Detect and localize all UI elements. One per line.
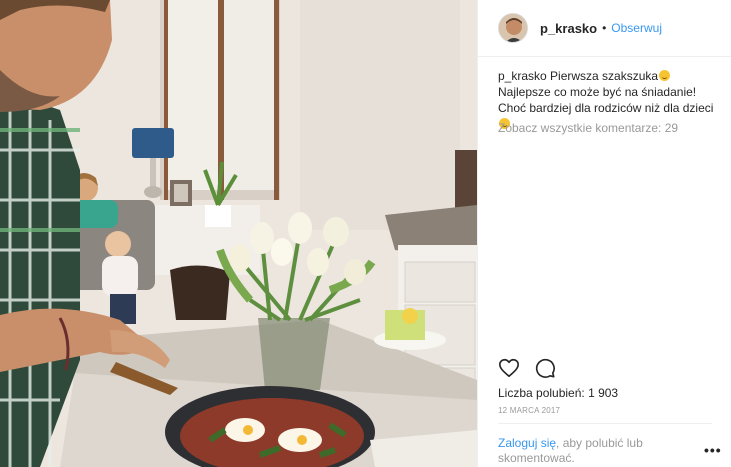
likes-count: Liczba polubień: 1 903 [498,386,619,400]
post-date: 12 marca 2017 [498,406,561,415]
divider [498,423,712,424]
login-prompt: Zaloguj się, aby polubić lub skomentować… [498,436,688,466]
post-header: p_krasko • Obserwuj [478,0,731,57]
avatar[interactable] [498,13,528,43]
follow-button[interactable]: Obserwuj [611,21,662,35]
comment-icon[interactable] [534,357,556,379]
heart-icon-glyph [499,358,519,378]
post-photo[interactable] [0,0,477,467]
comment-icon-glyph [535,358,555,378]
post-side-panel: p_krasko • Obserwuj p_krasko Pierwsza sz… [477,0,731,467]
more-options-icon[interactable]: ••• [704,442,722,458]
avatar-image [499,14,527,42]
login-link[interactable]: Zaloguj się [498,436,556,450]
caption-text-part2: Najlepsze co może być na śniadanie! Choć… [498,85,714,115]
caption-text-part1: Pierwsza szakszuka [550,69,659,83]
post-actions [498,357,556,379]
smiley-emoji-icon [659,70,671,81]
caption-username[interactable]: p_krasko [498,69,547,83]
heart-icon[interactable] [498,357,520,379]
view-all-comments-link[interactable]: Zobacz wszystkie komentarze: 29 [498,121,678,135]
post-photo-illustration [0,0,477,467]
separator-dot: • [602,21,607,35]
username[interactable]: p_krasko [540,21,597,36]
